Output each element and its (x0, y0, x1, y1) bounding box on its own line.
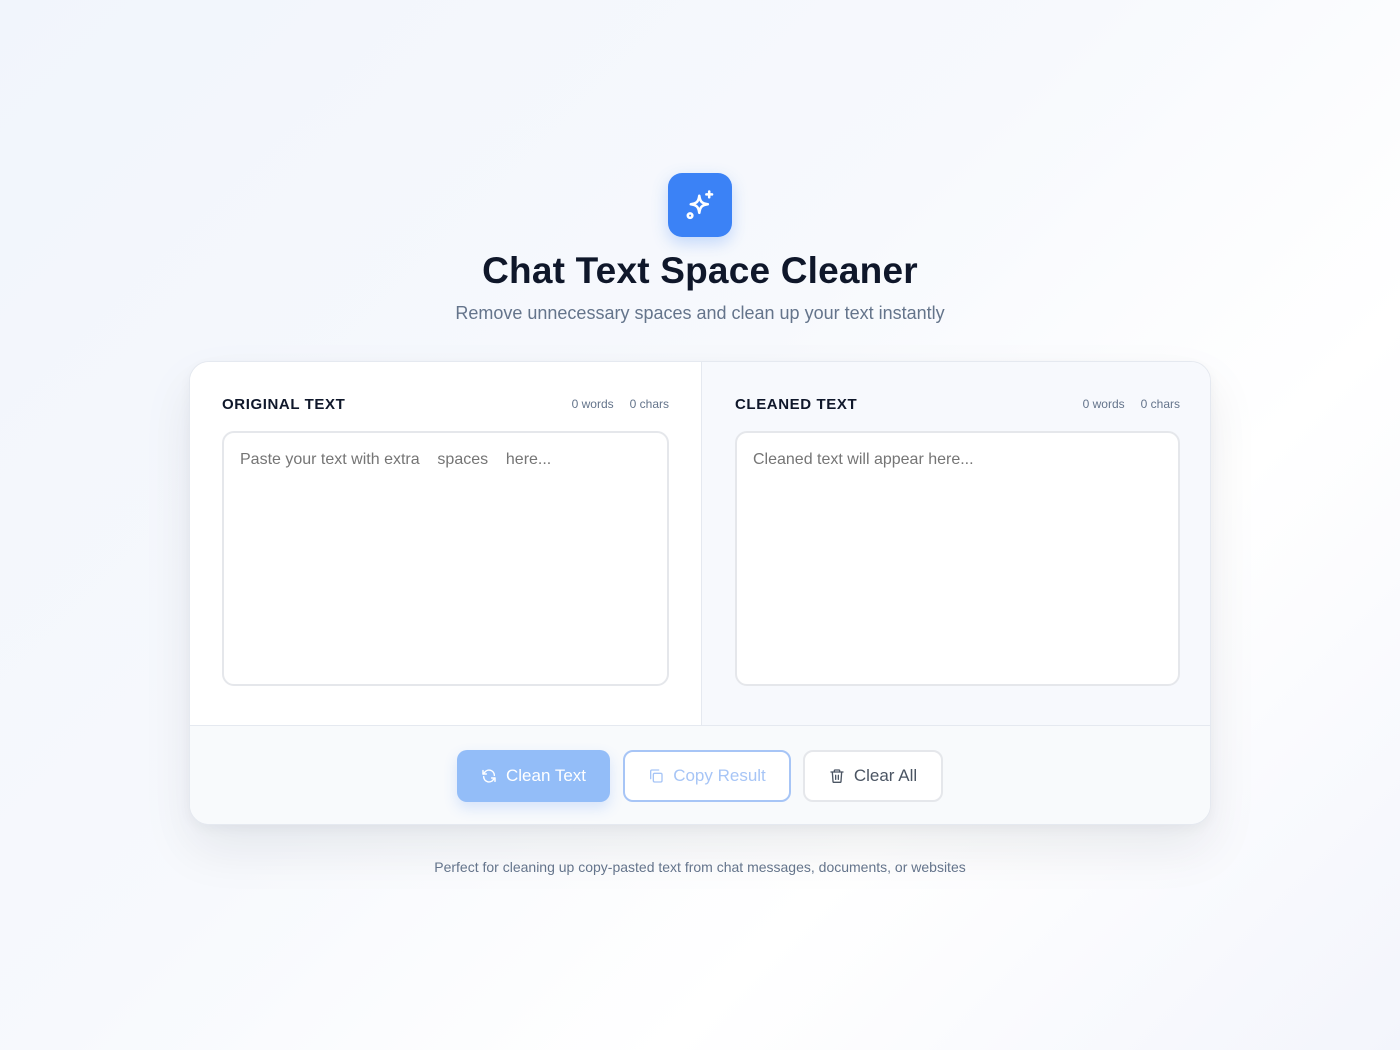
clear-all-button[interactable]: Clear All (803, 750, 943, 802)
clean-text-button[interactable]: Clean Text (457, 750, 610, 802)
copy-result-button[interactable]: Copy Result (623, 750, 791, 802)
copy-result-label: Copy Result (673, 766, 766, 785)
clean-text-label: Clean Text (505, 766, 586, 785)
cleaner-card: ORIGINAL TEXT 0 words 0 chars CLEANED TE… (189, 361, 1211, 825)
page-subtitle: Remove unnecessary spaces and clean up y… (455, 303, 945, 323)
original-text-input[interactable] (222, 431, 669, 686)
trash-icon (830, 769, 844, 783)
clear-all-label: Clear All (853, 766, 918, 785)
cleaned-label: CLEANED TEXT (735, 396, 858, 413)
action-bar: Clean Text Copy Result Clear All (190, 725, 1210, 824)
cleaned-counts: 0 words 0 chars (1083, 397, 1180, 411)
sparkles-icon (686, 190, 714, 220)
page-title: Chat Text Space Cleaner (482, 250, 918, 291)
original-panel: ORIGINAL TEXT 0 words 0 chars (190, 362, 701, 725)
refresh-icon (482, 769, 496, 783)
original-word-count: 0 words (571, 397, 614, 411)
copy-icon (650, 769, 663, 783)
original-counts: 0 words 0 chars (572, 397, 669, 411)
original-label: ORIGINAL TEXT (222, 396, 346, 413)
cleaned-text-output[interactable] (735, 431, 1180, 686)
app-logo (668, 173, 732, 237)
footer-tagline: Perfect for cleaning up copy-pasted text… (434, 859, 966, 875)
cleaned-panel: CLEANED TEXT 0 words 0 chars (701, 362, 1210, 725)
original-char-count: 0 chars (629, 397, 669, 411)
cleaned-char-count: 0 chars (1140, 397, 1180, 411)
cleaned-word-count: 0 words (1082, 397, 1125, 411)
